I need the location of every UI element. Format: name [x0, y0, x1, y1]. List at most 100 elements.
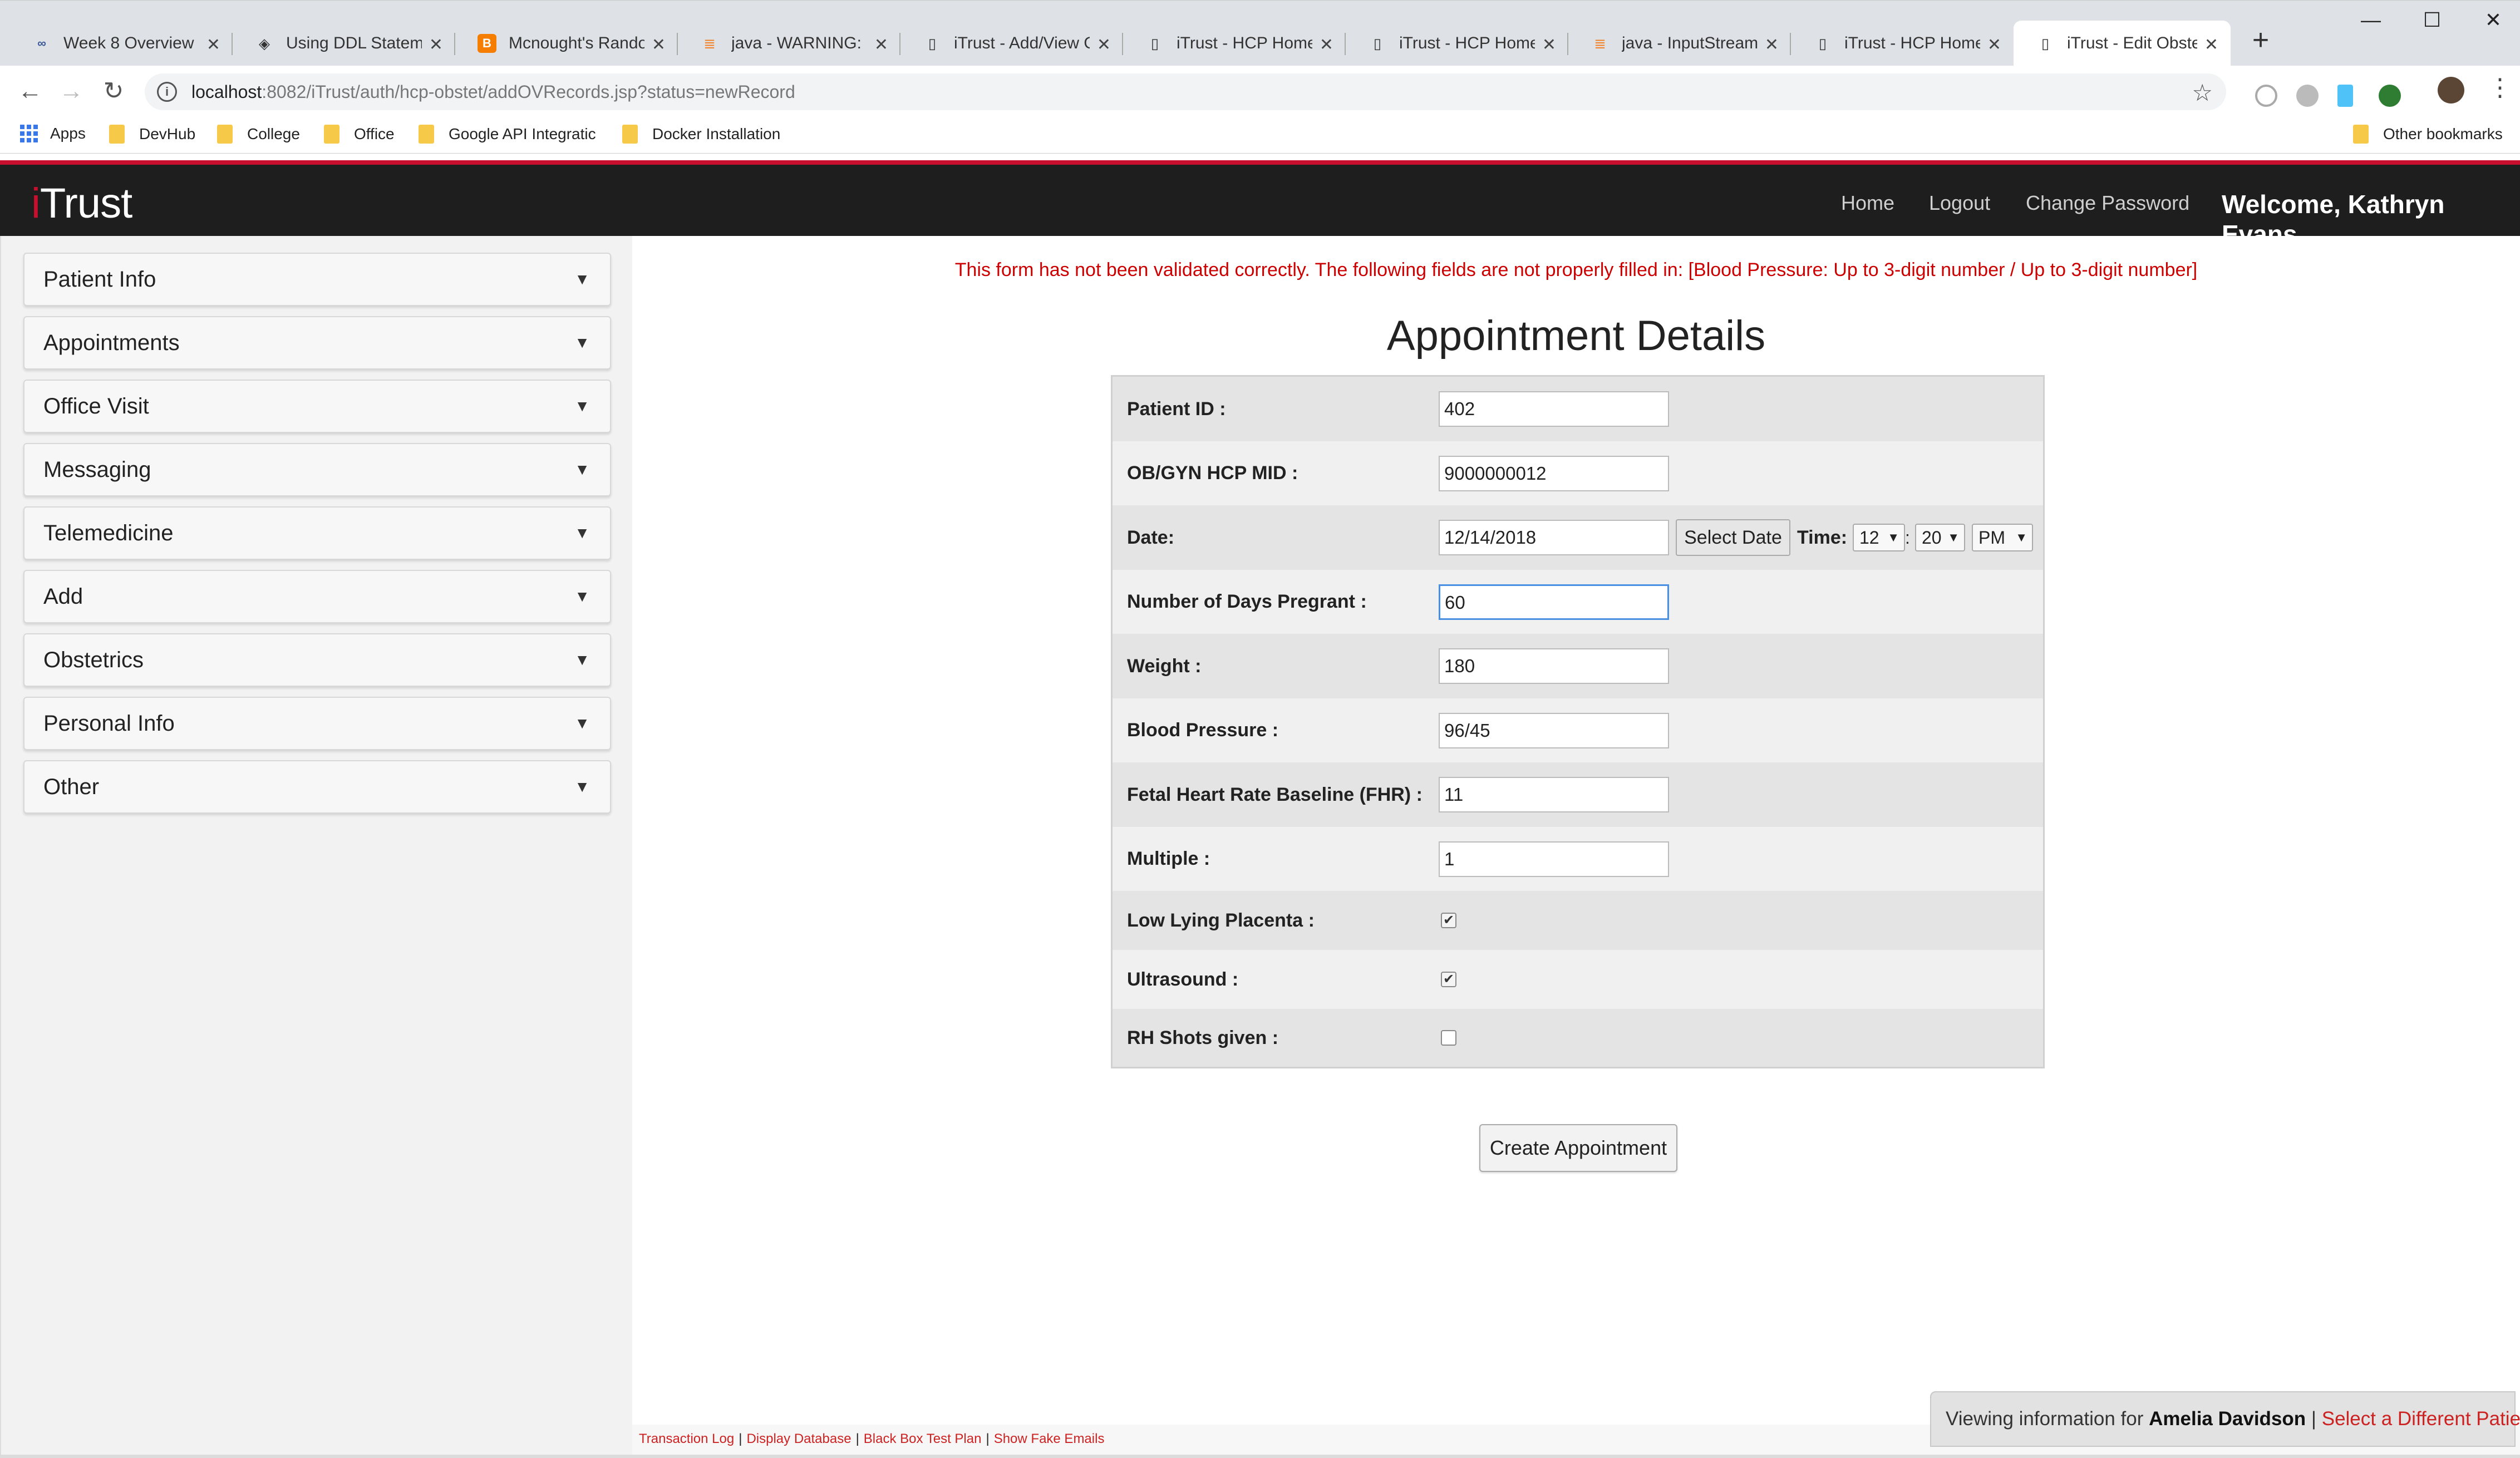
- back-icon[interactable]: ←: [14, 77, 46, 108]
- chevron-down-icon: ▼: [574, 588, 590, 605]
- fhr-input[interactable]: 11: [1439, 777, 1669, 812]
- sidebar-item-other[interactable]: Other ▼: [23, 760, 611, 814]
- close-tab-icon[interactable]: ✕: [874, 35, 888, 55]
- sidebar-item-personal-info[interactable]: Personal Info ▼: [23, 697, 611, 750]
- sidebar-item-telemedicine[interactable]: Telemedicine ▼: [23, 506, 611, 560]
- logout-link[interactable]: Logout: [1929, 191, 1990, 215]
- multiple-input[interactable]: 1: [1439, 841, 1669, 877]
- ampm-select[interactable]: PM ▼: [1972, 524, 2033, 551]
- browser-tab[interactable]: ▯ iTrust - Add/View O ✕: [900, 21, 1123, 66]
- itrust-logo[interactable]: iTrust: [31, 179, 132, 228]
- bookmark-apps[interactable]: Apps: [20, 125, 86, 142]
- minimize-icon[interactable]: —: [2349, 8, 2393, 36]
- patient-id-input[interactable]: 402: [1439, 391, 1669, 427]
- sidebar-item-obstetrics[interactable]: Obstetrics ▼: [23, 633, 611, 687]
- extension-icon[interactable]: [2337, 85, 2353, 107]
- display-database-link[interactable]: Display Database: [746, 1431, 851, 1446]
- address-bar[interactable]: i localhost:8082/iTrust/auth/hcp-obstet/…: [145, 73, 2226, 110]
- viewing-patient-box: Viewing information for Amelia Davidson …: [1930, 1391, 2520, 1447]
- rh-shots-checkbox[interactable]: [1441, 1030, 1456, 1046]
- checkmark-icon: ✔: [1443, 913, 1455, 928]
- footer-links: Transaction Log | Display Database | Black B…: [639, 1431, 1105, 1446]
- info-icon[interactable]: i: [157, 82, 177, 102]
- bookmark-star-icon[interactable]: ☆: [2192, 79, 2213, 106]
- browser-tab[interactable]: B Mcnought's Randor ✕: [455, 21, 678, 66]
- close-tab-icon[interactable]: ✕: [2204, 35, 2218, 55]
- extension-icon[interactable]: [2379, 85, 2401, 107]
- close-tab-icon[interactable]: ✕: [652, 35, 666, 55]
- bookmark-docker[interactable]: Docker Installation: [622, 125, 780, 144]
- window-bottom-border: [0, 1455, 2520, 1458]
- hour-select[interactable]: 12 ▼: [1853, 524, 1905, 551]
- minute-select[interactable]: 20 ▼: [1915, 524, 1965, 551]
- browser-tab[interactable]: ▯ iTrust - HCP Home ✕: [1346, 21, 1568, 66]
- close-tab-icon[interactable]: ✕: [1765, 35, 1779, 55]
- close-window-icon[interactable]: ✕: [2471, 8, 2516, 36]
- chevron-down-icon: ▼: [574, 397, 590, 415]
- date-input[interactable]: 12/14/2018: [1439, 520, 1669, 555]
- close-tab-icon[interactable]: ✕: [1320, 35, 1333, 55]
- sidebar-item-patient-info[interactable]: Patient Info ▼: [23, 253, 611, 306]
- blood-pressure-input[interactable]: 96/45: [1439, 712, 1669, 748]
- forward-icon[interactable]: →: [56, 77, 87, 108]
- url-text[interactable]: localhost:8082/iTrust/auth/hcp-obstet/ad…: [191, 82, 795, 102]
- bookmark-office[interactable]: Office: [324, 125, 395, 144]
- browser-tab-active[interactable]: ▯ iTrust - Edit Obstetr ✕: [2014, 21, 2231, 66]
- weight-input[interactable]: 180: [1439, 648, 1669, 684]
- url-path: :8082/iTrust/auth/hcp-obstet/addOVRecord…: [262, 81, 795, 102]
- form-row-fhr: Fetal Heart Rate Baseline (FHR) : 11: [1113, 762, 2043, 827]
- stackoverflow-icon: ≣: [1594, 35, 1606, 52]
- home-link[interactable]: Home: [1841, 191, 1894, 215]
- maximize-icon[interactable]: ☐: [2410, 8, 2454, 36]
- black-box-test-plan-link[interactable]: Black Box Test Plan: [864, 1431, 982, 1446]
- hcp-mid-input[interactable]: 9000000012: [1439, 455, 1669, 491]
- close-tab-icon[interactable]: ✕: [206, 35, 220, 55]
- browser-tab[interactable]: ∞ Week 8 Overview | C ✕: [10, 21, 233, 66]
- current-patient-name: Amelia Davidson: [2149, 1408, 2306, 1430]
- low-lying-placenta-checkbox[interactable]: ✔: [1441, 913, 1456, 928]
- checkmark-icon: ✔: [1443, 972, 1455, 987]
- browser-menu-icon[interactable]: ⋮: [2488, 73, 2512, 102]
- bookmark-devhub[interactable]: DevHub: [109, 125, 195, 144]
- bookmark-google-api[interactable]: Google API Integratic: [419, 125, 596, 144]
- drive-extension-icon[interactable]: [2296, 85, 2319, 107]
- sidebar-item-appointments[interactable]: Appointments ▼: [23, 316, 611, 370]
- close-tab-icon[interactable]: ✕: [1987, 35, 2001, 55]
- extension-icon[interactable]: [2255, 85, 2277, 107]
- browser-tab[interactable]: ≣ java - InputStream.g ✕: [1568, 21, 1791, 66]
- new-tab-button[interactable]: +: [2243, 24, 2278, 60]
- days-pregnant-input[interactable]: 60: [1439, 584, 1669, 620]
- appointment-form: Patient ID : 402 OB/GYN HCP MID : 900000…: [1111, 375, 2045, 1068]
- app-header: iTrust Home Logout Change Password Welco…: [0, 160, 2520, 249]
- sidebar-item-add[interactable]: Add ▼: [23, 570, 611, 623]
- validation-error-message: This form has not been validated correct…: [954, 259, 2198, 280]
- reload-icon[interactable]: ↻: [98, 77, 129, 108]
- bookmark-college[interactable]: College: [217, 125, 300, 144]
- browser-tab[interactable]: ▯ iTrust - HCP Home ✕: [1123, 21, 1346, 66]
- bookmark-other[interactable]: Other bookmarks: [2353, 125, 2503, 144]
- sidebar-item-messaging[interactable]: Messaging ▼: [23, 443, 611, 496]
- form-row-date: Date: 12/14/2018 Select Date Time: 12 ▼ :…: [1113, 505, 2043, 570]
- profile-avatar-icon[interactable]: [2438, 77, 2464, 104]
- browser-tab[interactable]: ▯ iTrust - HCP Home ✕: [1791, 21, 2014, 66]
- select-date-button[interactable]: Select Date: [1676, 519, 1790, 556]
- ultrasound-checkbox[interactable]: ✔: [1441, 972, 1456, 987]
- page-icon: ▯: [1373, 35, 1382, 52]
- transaction-log-link[interactable]: Transaction Log: [639, 1431, 734, 1446]
- form-row-low-lying-placenta: Low Lying Placenta : ✔: [1113, 891, 2043, 950]
- close-tab-icon[interactable]: ✕: [429, 35, 443, 55]
- sidebar-item-office-visit[interactable]: Office Visit ▼: [23, 380, 611, 433]
- change-password-link[interactable]: Change Password: [2026, 191, 2189, 215]
- close-tab-icon[interactable]: ✕: [1097, 35, 1111, 55]
- browser-tab[interactable]: ◈ Using DDL Stateme ✕: [233, 21, 455, 66]
- close-tab-icon[interactable]: ✕: [1542, 35, 1556, 55]
- show-fake-emails-link[interactable]: Show Fake Emails: [994, 1431, 1105, 1446]
- browser-tab[interactable]: ≣ java - WARNING: ur ✕: [678, 21, 900, 66]
- select-different-patient-link[interactable]: Select a Different Patient: [2322, 1408, 2520, 1430]
- create-appointment-button[interactable]: Create Appointment: [1479, 1124, 1677, 1172]
- folder-icon: [622, 125, 638, 144]
- blogger-icon: B: [478, 34, 496, 53]
- page-icon: ▯: [1818, 35, 1827, 52]
- dropdown-arrow-icon: ▼: [2015, 530, 2027, 544]
- form-row-hcp-mid: OB/GYN HCP MID : 9000000012: [1113, 441, 2043, 505]
